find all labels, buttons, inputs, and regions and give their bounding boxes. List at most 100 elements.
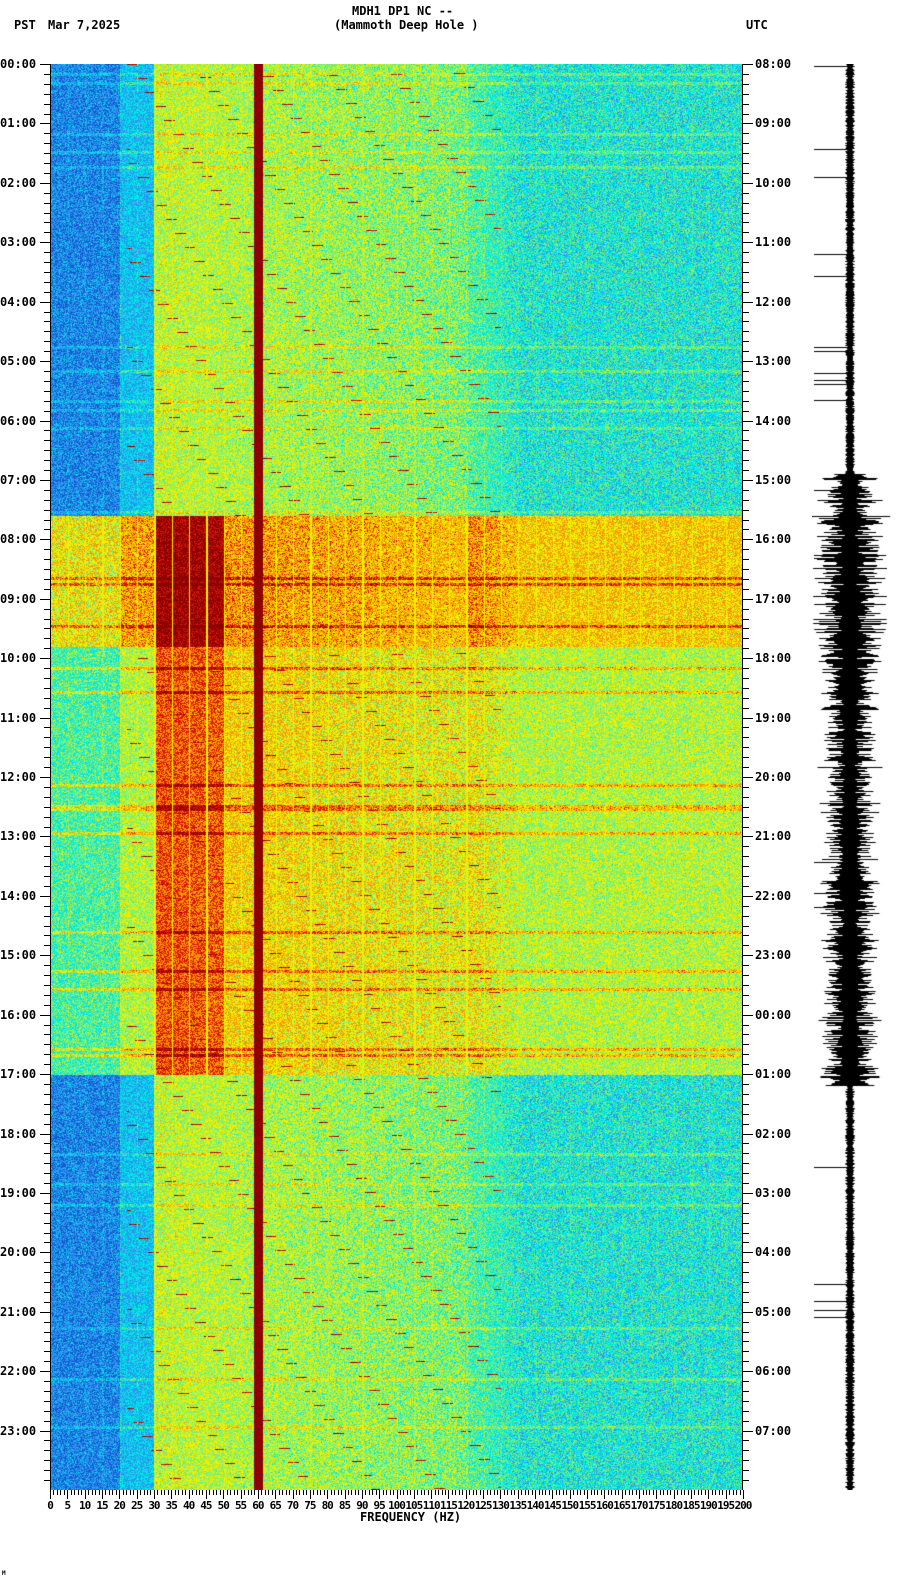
y-tick-label-left: 02:00 <box>0 175 37 190</box>
x-tick <box>639 1490 641 1499</box>
y-minor-tick <box>743 430 749 432</box>
y-minor-tick <box>44 271 50 273</box>
y-tick-label-left: 11:00 <box>0 710 37 725</box>
x-tick <box>642 1490 644 1495</box>
y-tick-right <box>743 836 753 838</box>
y-minor-tick <box>743 143 749 145</box>
y-tick-right <box>743 1074 753 1076</box>
x-tick <box>209 1490 211 1495</box>
y-tick-right <box>743 1311 753 1313</box>
y-minor-tick <box>743 1321 749 1323</box>
x-tick <box>490 1490 492 1495</box>
y-minor-tick <box>743 1034 749 1036</box>
y-minor-tick <box>743 1282 749 1284</box>
x-tick-label: 75 <box>304 1499 316 1512</box>
y-minor-tick <box>743 400 749 402</box>
x-tick <box>507 1490 509 1495</box>
y-tick-label-right: 19:00 <box>755 710 792 725</box>
y-minor-tick <box>743 608 749 610</box>
y-minor-tick <box>44 549 50 551</box>
y-tick-left <box>40 1371 50 1373</box>
x-tick <box>645 1490 647 1495</box>
y-minor-tick <box>44 192 50 194</box>
y-tick-left <box>40 717 50 719</box>
x-tick-label: 185 <box>682 1499 701 1512</box>
x-tick <box>347 1490 349 1495</box>
y-minor-tick <box>743 1093 749 1095</box>
y-minor-tick <box>743 1390 749 1392</box>
y-minor-tick <box>44 1381 50 1383</box>
y-minor-tick <box>743 450 749 452</box>
y-minor-tick <box>743 370 749 372</box>
x-tick <box>233 1490 235 1495</box>
y-minor-tick <box>44 1113 50 1115</box>
y-tick-right <box>743 658 753 660</box>
y-tick-left <box>40 420 50 422</box>
x-tick <box>84 1490 86 1499</box>
x-tick <box>555 1490 557 1495</box>
x-tick <box>192 1490 194 1495</box>
y-tick-left <box>40 182 50 184</box>
y-tick-left <box>40 1074 50 1076</box>
y-minor-tick <box>44 668 50 670</box>
y-minor-tick <box>743 1143 749 1145</box>
y-minor-tick <box>44 707 50 709</box>
x-tick <box>240 1490 242 1499</box>
x-tick <box>105 1490 107 1495</box>
x-tick <box>70 1490 72 1495</box>
x-tick <box>427 1490 429 1495</box>
x-tick <box>566 1490 568 1495</box>
y-tick-label-left: 14:00 <box>0 888 37 903</box>
y-tick-right <box>743 1014 753 1016</box>
y-minor-tick <box>44 925 50 927</box>
x-tick <box>306 1490 308 1495</box>
y-tick-label-left: 21:00 <box>0 1304 37 1319</box>
x-tick <box>569 1490 571 1499</box>
x-tick-label: 85 <box>338 1499 351 1512</box>
x-tick <box>431 1490 433 1499</box>
x-tick <box>410 1490 412 1495</box>
y-minor-tick <box>44 519 50 521</box>
y-minor-tick <box>44 1153 50 1155</box>
y-minor-tick <box>743 1351 749 1353</box>
y-minor-tick <box>743 727 749 729</box>
x-tick <box>697 1490 699 1495</box>
y-minor-tick <box>44 262 50 264</box>
x-tick <box>143 1490 145 1495</box>
y-minor-tick <box>44 450 50 452</box>
x-tick <box>108 1490 110 1495</box>
y-minor-tick <box>44 846 50 848</box>
y-minor-tick <box>743 846 749 848</box>
x-tick <box>614 1490 616 1495</box>
y-tick-right <box>743 242 753 244</box>
y-tick-label-right: 22:00 <box>755 888 792 903</box>
y-minor-tick <box>743 826 749 828</box>
x-tick <box>517 1490 519 1499</box>
x-tick-label: 195 <box>717 1499 735 1512</box>
y-tick-right <box>743 955 753 957</box>
y-minor-tick <box>743 103 749 105</box>
x-tick <box>403 1490 405 1495</box>
y-minor-tick <box>44 1410 50 1412</box>
y-tick-left <box>40 1311 50 1313</box>
x-tick <box>535 1490 537 1499</box>
y-minor-tick <box>743 1410 749 1412</box>
x-tick-label: 190 <box>699 1499 718 1512</box>
y-minor-tick <box>44 202 50 204</box>
x-tick <box>174 1490 176 1495</box>
y-minor-tick <box>44 351 50 353</box>
x-tick <box>399 1490 401 1495</box>
y-tick-label-right: 20:00 <box>755 770 792 784</box>
y-minor-tick <box>743 172 749 174</box>
x-tick <box>632 1490 634 1495</box>
x-tick <box>63 1490 65 1495</box>
y-tick-right <box>743 1252 753 1254</box>
y-tick-label-left: 16:00 <box>0 1007 37 1022</box>
x-tick <box>722 1490 724 1495</box>
x-tick <box>309 1490 311 1499</box>
x-tick <box>434 1490 436 1495</box>
x-tick-label: 165 <box>613 1499 631 1512</box>
y-minor-tick <box>44 1183 50 1184</box>
y-tick-left <box>40 1133 50 1135</box>
y-minor-tick <box>743 1242 749 1244</box>
